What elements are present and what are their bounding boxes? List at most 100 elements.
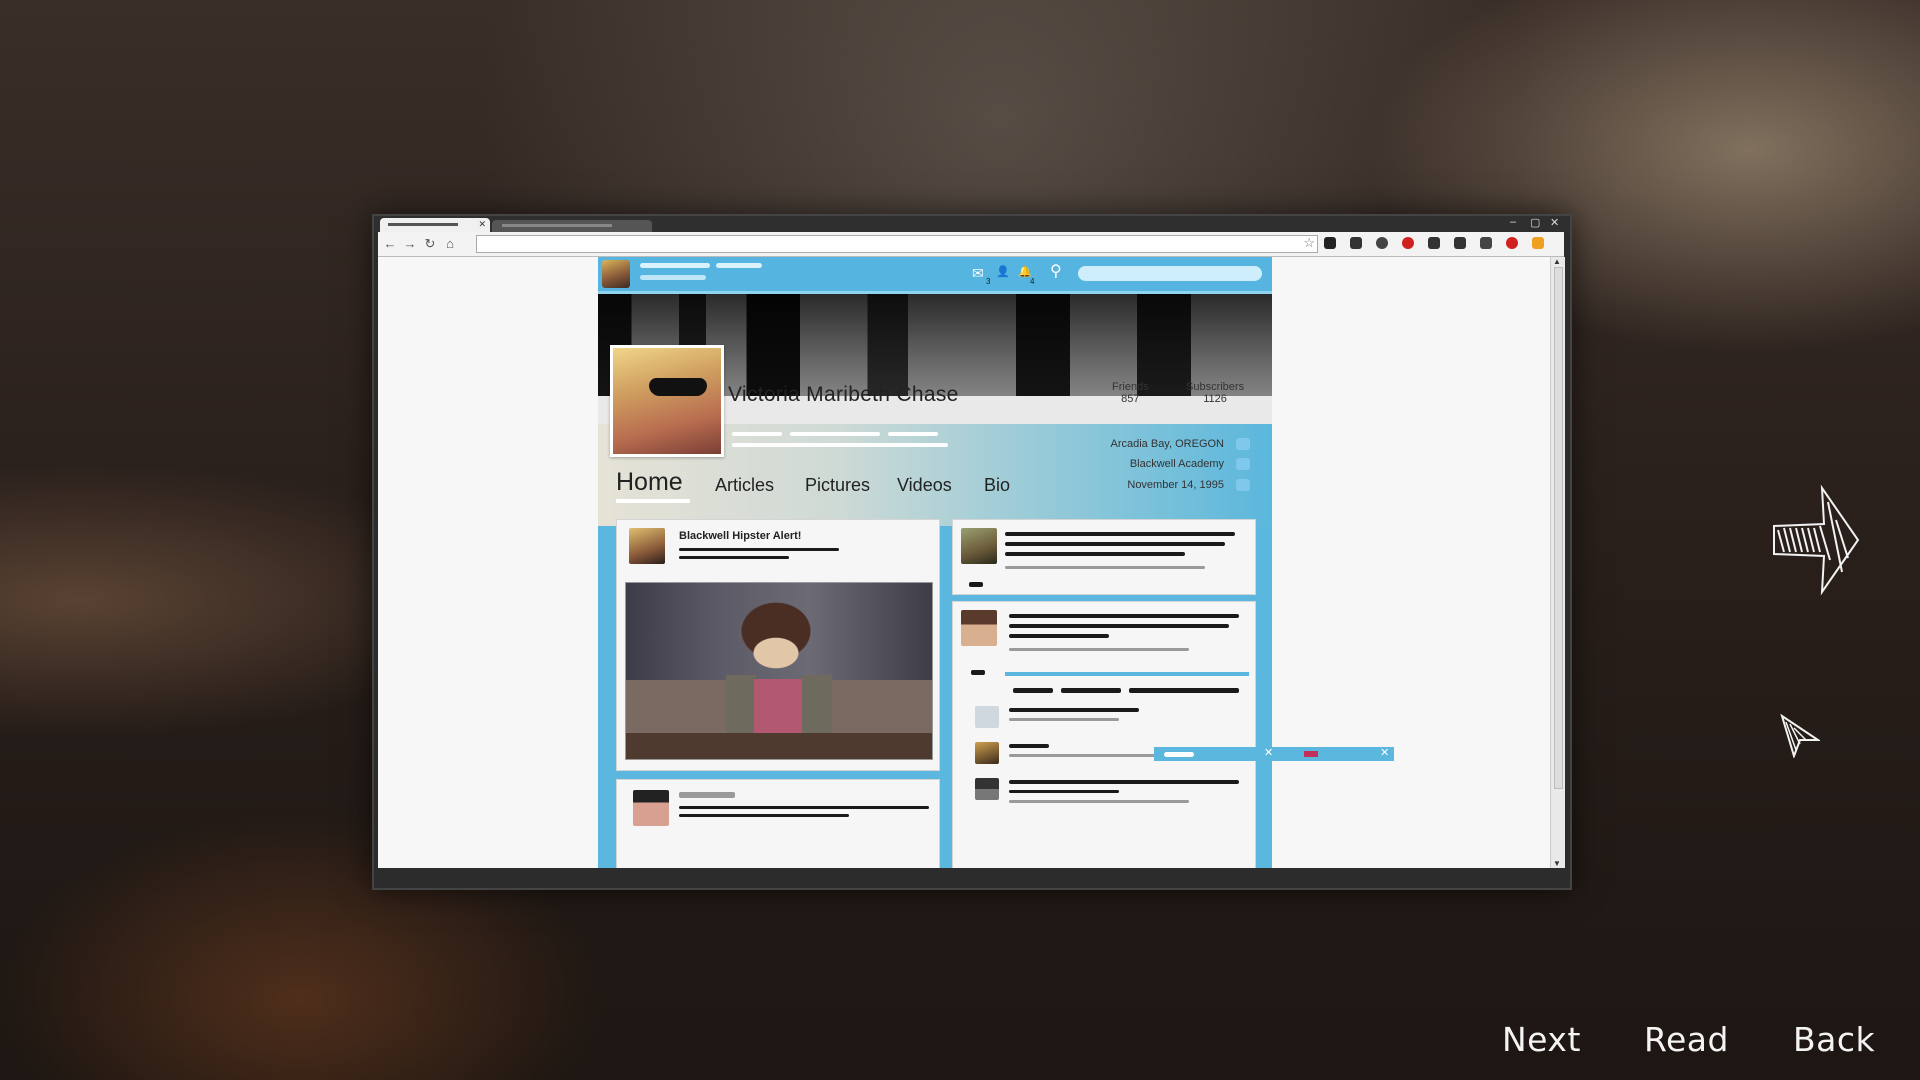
active-tab-indicator <box>616 499 690 503</box>
page-viewport: ✉ 3 👤 🔔 4 ⚲ Victoria Maribeth Chase Frie… <box>378 257 1550 868</box>
friends-count: 857 <box>1121 393 1140 405</box>
friends-icon[interactable]: 👤 <box>996 265 1010 278</box>
profile-name: Victoria Maribeth Chase <box>728 383 959 406</box>
chat-close-icon[interactable]: ✕ <box>1264 746 1273 759</box>
comment-avatar[interactable] <box>975 742 999 764</box>
browser-tab-active[interactable]: ✕ <box>380 218 490 232</box>
post-author-avatar[interactable] <box>633 790 669 826</box>
page-scrollbar[interactable]: ▲ ▼ <box>1550 257 1565 868</box>
browser-extension-icon[interactable] <box>1324 237 1336 249</box>
scrollbar-thumb[interactable] <box>1554 267 1563 789</box>
browser-extension-icon[interactable] <box>1350 237 1362 249</box>
post-text-placeholder <box>679 806 929 809</box>
read-button[interactable]: Read <box>1644 1020 1729 1059</box>
subscribers-stat[interactable]: Subscribers 1126 <box>1186 381 1244 405</box>
comment-placeholder <box>1129 688 1239 693</box>
sunglasses-graphic <box>649 378 707 396</box>
chat-bar[interactable]: ✕ ✕ <box>1154 747 1394 761</box>
feed-avatar[interactable] <box>961 528 997 564</box>
comment-meta-placeholder <box>1009 800 1189 803</box>
comment-meta-placeholder <box>1009 754 1159 757</box>
browser-extension-icon[interactable] <box>1506 237 1518 249</box>
browser-window: ✕ – ▢ ✕ ← → ↻ ⌂ ☆ ✉ 3 👤 🔔 4 ⚲ Victoria M… <box>372 214 1572 890</box>
like-icon[interactable] <box>971 670 985 675</box>
maximize-icon[interactable]: ▢ <box>1530 216 1540 229</box>
reload-icon[interactable]: ↻ <box>422 236 438 252</box>
notifications-count: 4 <box>1030 277 1035 286</box>
top-bar-text-placeholder <box>640 263 710 268</box>
feed-text-placeholder <box>1009 634 1109 638</box>
user-avatar[interactable] <box>602 260 630 288</box>
location-icon <box>1236 438 1250 450</box>
comment-placeholder <box>1009 780 1239 784</box>
browser-extension-icon[interactable] <box>1532 237 1544 249</box>
feed-card[interactable] <box>952 601 1256 868</box>
chat-label-placeholder <box>1164 752 1194 757</box>
photo-detail <box>626 733 932 759</box>
scroll-down-icon[interactable]: ▼ <box>1553 859 1561 868</box>
browser-extension-icon[interactable] <box>1428 237 1440 249</box>
next-page-arrow-icon[interactable] <box>1770 480 1860 600</box>
site-top-bar: ✉ 3 👤 🔔 4 ⚲ <box>598 257 1272 294</box>
tab-bio[interactable]: Bio <box>984 475 1010 496</box>
feed-text-placeholder <box>1005 532 1235 536</box>
address-bar[interactable]: ☆ <box>476 235 1318 253</box>
back-button[interactable]: Back <box>1793 1020 1875 1059</box>
feed-meta-placeholder <box>1009 648 1189 651</box>
bio-placeholder-line <box>732 443 948 447</box>
post-card[interactable]: Blackwell Hipster Alert! <box>616 519 940 771</box>
browser-extension-icon[interactable] <box>1454 237 1466 249</box>
school-icon <box>1236 458 1250 470</box>
friends-stat[interactable]: Friends 857 <box>1112 381 1149 405</box>
site-search-input[interactable] <box>1078 266 1262 281</box>
next-button[interactable]: Next <box>1502 1020 1581 1059</box>
comment-placeholder <box>1009 744 1049 748</box>
messages-icon[interactable]: ✉ <box>972 265 984 282</box>
post-text-placeholder <box>679 548 839 551</box>
browser-extension-icon[interactable] <box>1402 237 1414 249</box>
minimize-icon[interactable]: – <box>1510 216 1516 228</box>
tab-title-placeholder <box>502 224 612 227</box>
bio-placeholder-line <box>888 432 938 436</box>
comment-avatar[interactable] <box>975 706 999 728</box>
back-arrow-icon[interactable]: ← <box>382 236 398 251</box>
close-window-icon[interactable]: ✕ <box>1550 216 1559 229</box>
feed-text-placeholder <box>1009 614 1239 618</box>
social-profile-page: ✉ 3 👤 🔔 4 ⚲ Victoria Maribeth Chase Frie… <box>598 257 1272 868</box>
post-card[interactable] <box>616 779 940 868</box>
bio-placeholder-line <box>732 432 782 436</box>
bookmark-star-icon[interactable]: ☆ <box>1303 235 1315 251</box>
post-text-placeholder <box>679 814 849 817</box>
feed-card[interactable] <box>952 519 1256 595</box>
subscribers-label: Subscribers <box>1186 381 1245 393</box>
scroll-up-icon[interactable]: ▲ <box>1553 257 1561 266</box>
home-icon[interactable]: ⌂ <box>442 236 458 251</box>
bio-placeholder-line <box>790 432 880 436</box>
chat-close-icon[interactable]: ✕ <box>1380 746 1389 759</box>
profile-picture[interactable] <box>610 345 724 457</box>
like-icon[interactable] <box>969 582 983 587</box>
tab-pictures[interactable]: Pictures <box>805 475 870 496</box>
tab-articles[interactable]: Articles <box>715 475 774 496</box>
birthday-icon <box>1236 479 1250 491</box>
post-photo[interactable] <box>625 582 933 760</box>
comment-placeholder <box>1009 708 1139 712</box>
post-text-placeholder <box>679 792 735 798</box>
browser-toolbar: ← → ↻ ⌂ ☆ <box>378 232 1564 257</box>
pointer-cursor-icon <box>1780 714 1820 758</box>
tab-close-icon[interactable]: ✕ <box>478 219 486 230</box>
browser-extension-icon[interactable] <box>1480 237 1492 249</box>
tab-title-placeholder <box>388 223 458 226</box>
comment-avatar[interactable] <box>975 778 999 800</box>
post-author-avatar[interactable] <box>629 528 665 564</box>
feed-avatar[interactable] <box>961 610 997 646</box>
browser-tab-inactive[interactable] <box>492 220 652 232</box>
search-icon[interactable]: ⚲ <box>1050 261 1062 281</box>
tab-videos[interactable]: Videos <box>897 475 952 496</box>
post-title: Blackwell Hipster Alert! <box>679 530 802 542</box>
tab-home[interactable]: Home <box>616 468 683 497</box>
top-bar-text-placeholder <box>640 275 706 280</box>
forward-arrow-icon[interactable]: → <box>402 236 418 251</box>
chat-status-indicator <box>1304 751 1318 757</box>
browser-extension-icon[interactable] <box>1376 237 1388 249</box>
